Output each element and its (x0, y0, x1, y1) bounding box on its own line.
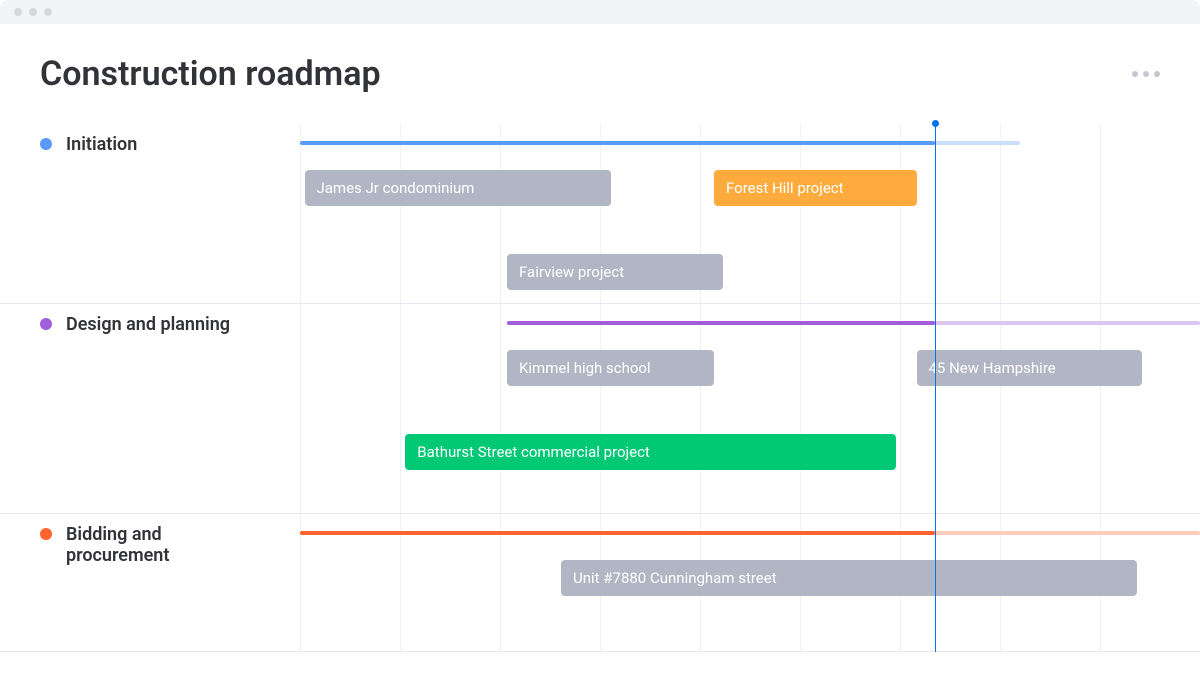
page-title: Construction roadmap (40, 54, 381, 94)
group-timeline: James Jr condominium Forest Hill project F… (300, 124, 1200, 303)
more-options-button[interactable] (1132, 71, 1160, 77)
task-bar[interactable]: James Jr condominium (305, 170, 611, 206)
timeline-area: Initiation James Jr condominium Forest Hil… (0, 124, 1200, 652)
group-color-dot (40, 318, 52, 330)
group-timeline: Kimmel high school 45 New Hampshire Bathur… (300, 304, 1200, 513)
header: Construction roadmap (0, 54, 1200, 124)
task-bar[interactable]: Unit #7880 Cunningham street (561, 560, 1137, 596)
window-chrome (0, 0, 1200, 24)
window-dot-close[interactable] (14, 8, 22, 16)
group-progress-bar[interactable] (507, 321, 935, 325)
roadmap-group: Bidding and procurement Unit #7880 Cunnin… (0, 514, 1200, 652)
group-progress-bar[interactable] (300, 531, 935, 535)
task-bar[interactable]: Forest Hill project (714, 170, 917, 206)
group-progress-bar[interactable] (300, 141, 935, 145)
task-bar[interactable]: Fairview project (507, 254, 723, 290)
roadmap-group: Design and planning Kimmel high school 45 … (0, 304, 1200, 514)
group-color-dot (40, 138, 52, 150)
task-bar[interactable]: Bathurst Street commercial project (405, 434, 896, 470)
group-timeline: Unit #7880 Cunningham street (300, 514, 1200, 651)
window-dot-minimize[interactable] (29, 8, 37, 16)
roadmap-group: Initiation James Jr condominium Forest Hil… (0, 124, 1200, 304)
groups-container: Initiation James Jr condominium Forest Hil… (0, 124, 1200, 652)
task-bar[interactable]: 45 New Hampshire (917, 350, 1142, 386)
group-title: Initiation (66, 134, 137, 155)
window-dot-maximize[interactable] (44, 8, 52, 16)
group-title: Bidding and procurement (66, 524, 266, 566)
group-color-dot (40, 528, 52, 540)
task-bar[interactable]: Kimmel high school (507, 350, 714, 386)
content-area: Construction roadmap Initiation James Jr … (0, 24, 1200, 652)
group-title: Design and planning (66, 314, 230, 335)
